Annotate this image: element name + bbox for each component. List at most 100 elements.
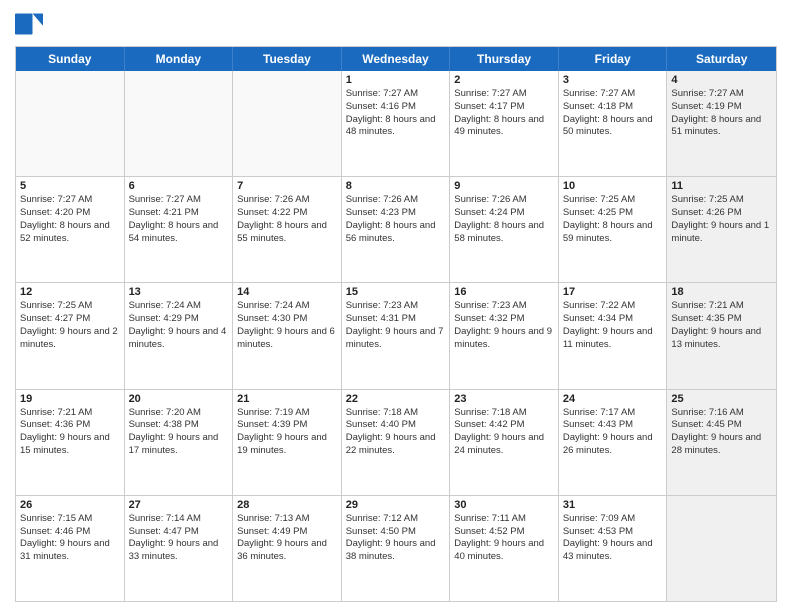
calendar-cell: 16Sunrise: 7:23 AMSunset: 4:32 PMDayligh… xyxy=(450,283,559,388)
daylight-text: Daylight: 9 hours and 7 minutes. xyxy=(346,326,446,352)
calendar-cell: 4Sunrise: 7:27 AMSunset: 4:19 PMDaylight… xyxy=(667,71,776,176)
sunrise-text: Sunrise: 7:25 AM xyxy=(671,194,772,207)
calendar-cell: 24 Sunrise: 7:17 AMSunset: 4:43 PMDayligh… xyxy=(559,390,668,495)
sunset-text: Sunset: 4:26 PM xyxy=(671,207,772,220)
daylight-text: Daylight: 9 hours and 24 minutes. xyxy=(454,432,554,458)
day-number: 31 xyxy=(563,499,663,511)
day-number: 5 xyxy=(20,180,120,192)
sunrise-text: Sunrise: 7:09 AM xyxy=(563,513,663,526)
sunrise-text: Sunrise: 7:25 AM xyxy=(20,300,120,313)
calendar-cell: 3Sunrise: 7:27 AMSunset: 4:18 PMDaylight… xyxy=(559,71,668,176)
daylight-text: Daylight: 9 hours and 17 minutes. xyxy=(129,432,229,458)
daylight-text: Daylight: 9 hours and 43 minutes. xyxy=(563,538,663,564)
calendar-cell: 1Sunrise: 7:27 AMSunset: 4:16 PMDaylight… xyxy=(342,71,451,176)
daylight-text: Daylight: 8 hours and 52 minutes. xyxy=(20,220,120,246)
day-number: 13 xyxy=(129,286,229,298)
sunrise-text: Sunrise: 7:16 AM xyxy=(671,407,772,420)
sunset-text: Sunset: 4:19 PM xyxy=(671,101,772,114)
sunset-text: Sunset: 4:46 PM xyxy=(20,526,120,539)
sunset-text: Sunset: 4:18 PM xyxy=(563,101,663,114)
sunrise-text: Sunrise: 7:15 AM xyxy=(20,513,120,526)
calendar-cell: 7Sunrise: 7:26 AMSunset: 4:22 PMDaylight… xyxy=(233,177,342,282)
day-number: 14 xyxy=(237,286,337,298)
calendar-cell: 19Sunrise: 7:21 AMSunset: 4:36 PMDayligh… xyxy=(16,390,125,495)
sunset-text: Sunset: 4:20 PM xyxy=(20,207,120,220)
calendar-cell: 25Sunrise: 7:16 AMSunset: 4:45 PMDayligh… xyxy=(667,390,776,495)
daylight-text: Daylight: 9 hours and 2 minutes. xyxy=(20,326,120,352)
day-number: 9 xyxy=(454,180,554,192)
calendar-cell: 31Sunrise: 7:09 AMSunset: 4:53 PMDayligh… xyxy=(559,496,668,601)
day-number: 18 xyxy=(671,286,772,298)
sunrise-text: Sunrise: 7:27 AM xyxy=(346,88,446,101)
weekday-header: Monday xyxy=(125,47,234,71)
daylight-text: Daylight: 9 hours and 31 minutes. xyxy=(20,538,120,564)
sunset-text: Sunset: 4:36 PM xyxy=(20,419,120,432)
calendar-cell: 10Sunrise: 7:25 AMSunset: 4:25 PMDayligh… xyxy=(559,177,668,282)
calendar-cell: 5 Sunrise: 7:27 AMSunset: 4:20 PMDaylight… xyxy=(16,177,125,282)
sunrise-text: Sunrise: 7:13 AM xyxy=(237,513,337,526)
daylight-text: Daylight: 8 hours and 50 minutes. xyxy=(563,114,663,140)
sunset-text: Sunset: 4:49 PM xyxy=(237,526,337,539)
sunrise-text: Sunrise: 7:22 AM xyxy=(563,300,663,313)
day-number: 12 xyxy=(20,286,120,298)
sunrise-text: Sunrise: 7:14 AM xyxy=(129,513,229,526)
weekday-header: Friday xyxy=(559,47,668,71)
sunrise-text: Sunrise: 7:21 AM xyxy=(671,300,772,313)
calendar-cell: 8Sunrise: 7:26 AMSunset: 4:23 PMDaylight… xyxy=(342,177,451,282)
day-number: 16 xyxy=(454,286,554,298)
daylight-text: Daylight: 8 hours and 55 minutes. xyxy=(237,220,337,246)
daylight-text: Daylight: 9 hours and 28 minutes. xyxy=(671,432,772,458)
sunset-text: Sunset: 4:43 PM xyxy=(563,419,663,432)
sunrise-text: Sunrise: 7:20 AM xyxy=(129,407,229,420)
sunset-text: Sunset: 4:31 PM xyxy=(346,313,446,326)
sunrise-text: Sunrise: 7:23 AM xyxy=(454,300,554,313)
calendar-cell xyxy=(233,71,342,176)
sunset-text: Sunset: 4:40 PM xyxy=(346,419,446,432)
daylight-text: Daylight: 9 hours and 6 minutes. xyxy=(237,326,337,352)
day-number: 3 xyxy=(563,74,663,86)
sunset-text: Sunset: 4:16 PM xyxy=(346,101,446,114)
calendar-cell: 28Sunrise: 7:13 AMSunset: 4:49 PMDayligh… xyxy=(233,496,342,601)
day-number: 23 xyxy=(454,393,554,405)
day-number: 30 xyxy=(454,499,554,511)
sunrise-text: Sunrise: 7:12 AM xyxy=(346,513,446,526)
day-number: 15 xyxy=(346,286,446,298)
sunset-text: Sunset: 4:27 PM xyxy=(20,313,120,326)
sunrise-text: Sunrise: 7:17 AM xyxy=(563,407,663,420)
calendar-header: SundayMondayTuesdayWednesdayThursdayFrid… xyxy=(16,47,776,71)
sunrise-text: Sunrise: 7:19 AM xyxy=(237,407,337,420)
daylight-text: Daylight: 8 hours and 49 minutes. xyxy=(454,114,554,140)
sunset-text: Sunset: 4:29 PM xyxy=(129,313,229,326)
calendar-body: 1Sunrise: 7:27 AMSunset: 4:16 PMDaylight… xyxy=(16,71,776,601)
daylight-text: Daylight: 9 hours and 4 minutes. xyxy=(129,326,229,352)
sunset-text: Sunset: 4:45 PM xyxy=(671,419,772,432)
daylight-text: Daylight: 8 hours and 56 minutes. xyxy=(346,220,446,246)
day-number: 22 xyxy=(346,393,446,405)
daylight-text: Daylight: 9 hours and 26 minutes. xyxy=(563,432,663,458)
weekday-header: Sunday xyxy=(16,47,125,71)
daylight-text: Daylight: 9 hours and 11 minutes. xyxy=(563,326,663,352)
sunrise-text: Sunrise: 7:25 AM xyxy=(563,194,663,207)
calendar-week: 1Sunrise: 7:27 AMSunset: 4:16 PMDaylight… xyxy=(16,71,776,177)
sunset-text: Sunset: 4:47 PM xyxy=(129,526,229,539)
daylight-text: Daylight: 9 hours and 22 minutes. xyxy=(346,432,446,458)
sunset-text: Sunset: 4:34 PM xyxy=(563,313,663,326)
sunrise-text: Sunrise: 7:24 AM xyxy=(129,300,229,313)
calendar-week: 5Sunrise: 7:27 AMSunset: 4:20 PMDaylight… xyxy=(16,177,776,283)
daylight-text: Daylight: 9 hours and 19 minutes. xyxy=(237,432,337,458)
calendar-cell: 18Sunrise: 7:21 AMSunset: 4:35 PMDayligh… xyxy=(667,283,776,388)
daylight-text: Daylight: 9 hours and 36 minutes. xyxy=(237,538,337,564)
day-number: 29 xyxy=(346,499,446,511)
sunset-text: Sunset: 4:52 PM xyxy=(454,526,554,539)
day-number: 10 xyxy=(563,180,663,192)
calendar-week: 26Sunrise: 7:15 AMSunset: 4:46 PMDayligh… xyxy=(16,496,776,601)
sunrise-text: Sunrise: 7:27 AM xyxy=(20,194,120,207)
sunset-text: Sunset: 4:21 PM xyxy=(129,207,229,220)
daylight-text: Daylight: 9 hours and 15 minutes. xyxy=(20,432,120,458)
sunrise-text: Sunrise: 7:27 AM xyxy=(454,88,554,101)
daylight-text: Daylight: 9 hours and 9 minutes. xyxy=(454,326,554,352)
day-number: 24 xyxy=(563,393,663,405)
calendar-cell: 20Sunrise: 7:20 AMSunset: 4:38 PMDayligh… xyxy=(125,390,234,495)
calendar-cell: 17Sunrise: 7:22 AMSunset: 4:34 PMDayligh… xyxy=(559,283,668,388)
calendar-cell xyxy=(16,71,125,176)
